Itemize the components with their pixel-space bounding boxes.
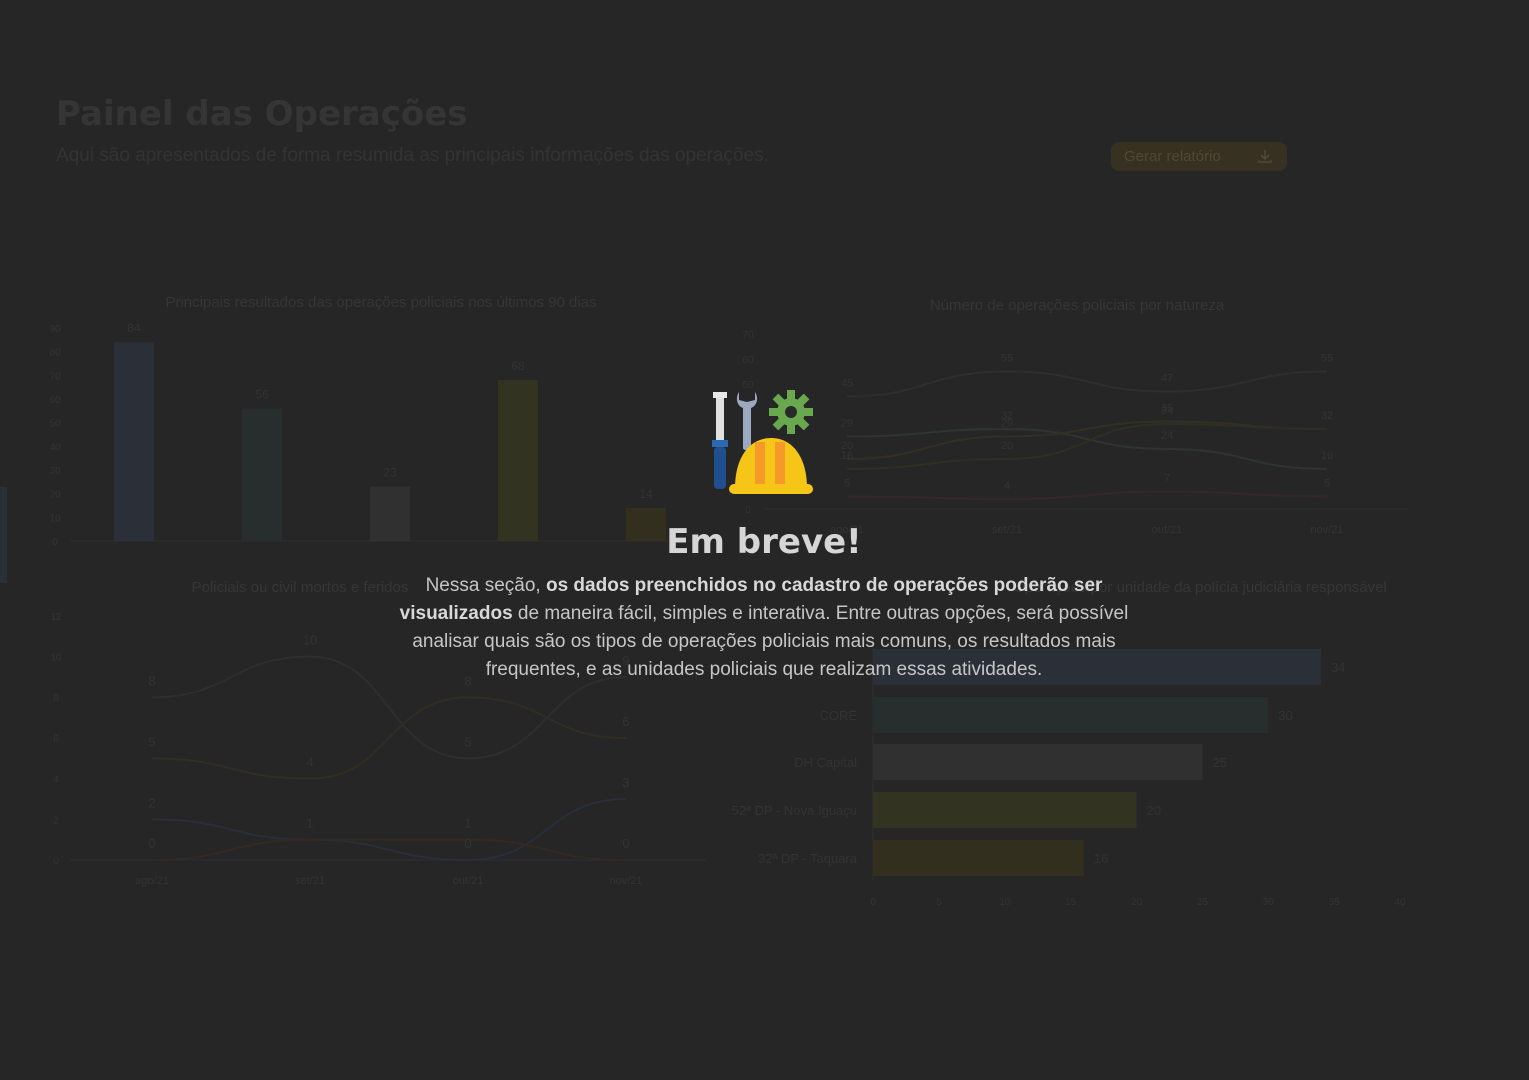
modal-description: Nessa seção, os dados preenchidos no cad… bbox=[364, 572, 1164, 684]
coming-soon-modal: Em breve! Nessa seção, os dados preenchi… bbox=[364, 388, 1164, 684]
modal-description-end: de maneira fácil, simples e interativa. … bbox=[412, 603, 1129, 680]
tools-construction-icon bbox=[712, 390, 813, 494]
modal-description-start: Nessa seção, bbox=[425, 575, 546, 596]
dashboard-page: Painel das Operações Aqui são apresentad… bbox=[0, 0, 1529, 1080]
modal-title: Em breve! bbox=[666, 522, 862, 562]
